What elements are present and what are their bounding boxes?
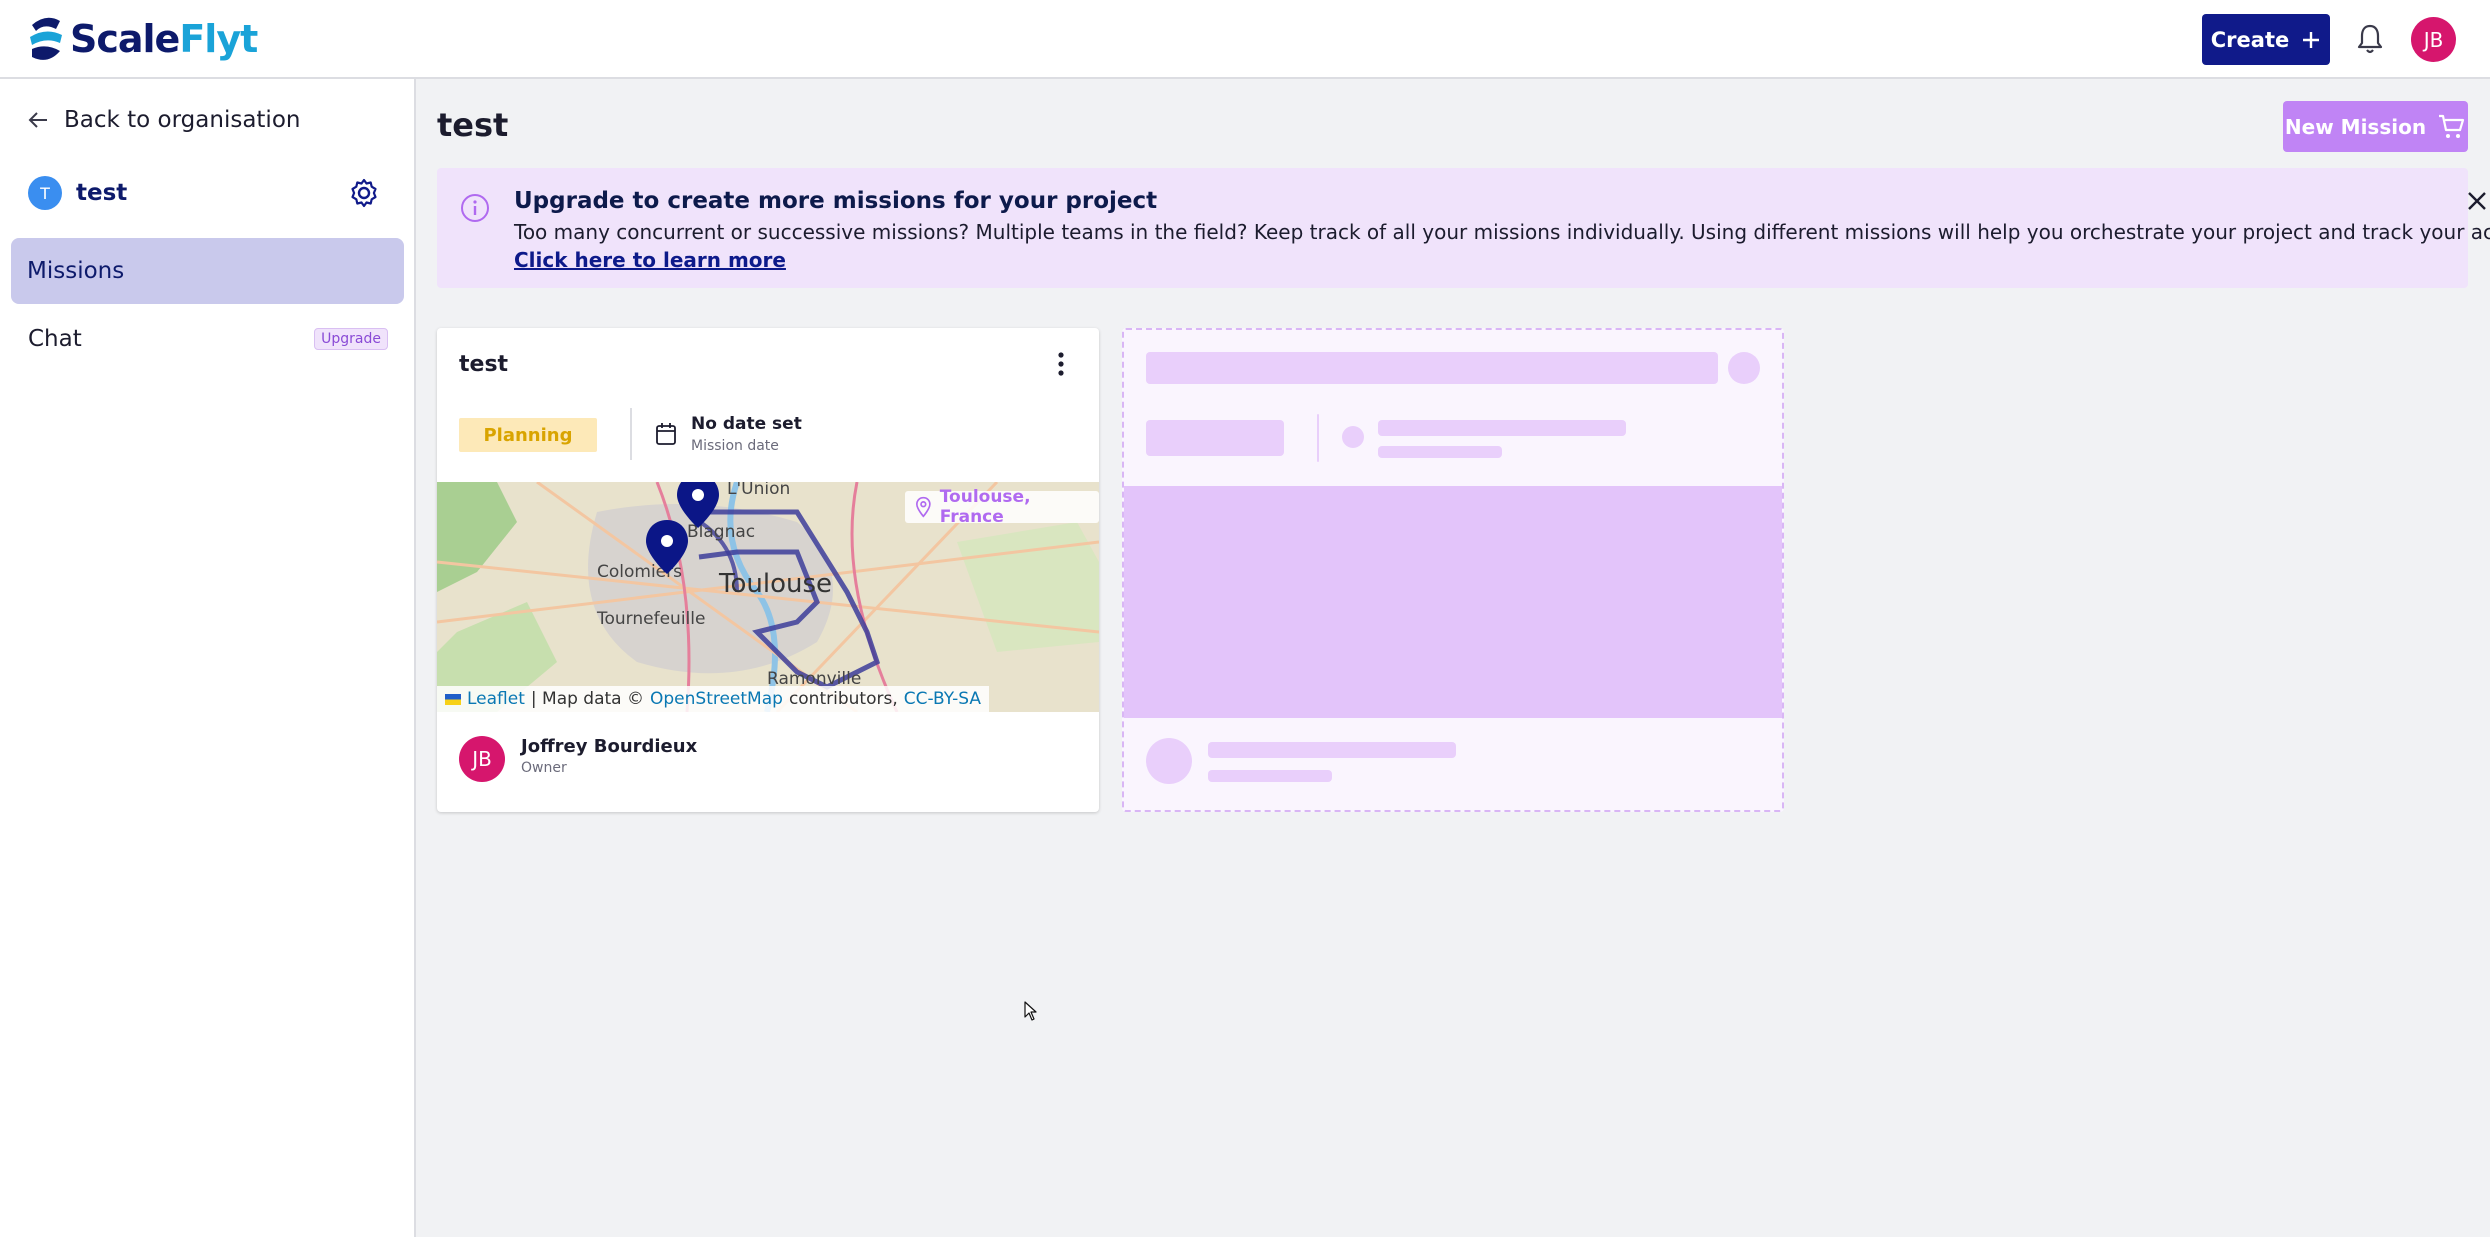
osm-link[interactable]: OpenStreetMap [650,689,783,709]
skeleton-circle [1146,738,1192,784]
divider [630,408,632,460]
more-options-icon[interactable] [1055,350,1067,378]
svg-text:L'Union: L'Union [727,482,790,499]
skeleton-line [1146,420,1284,456]
mission-date-label: Mission date [691,438,779,454]
map-location-text: Toulouse, France [939,487,1031,527]
back-link-label: Back to organisation [64,107,301,133]
leaflet-link[interactable]: Leaflet [467,689,525,709]
scaleflyt-logo[interactable]: ScaleFlyt [26,14,258,64]
arrow-left-icon [28,112,47,128]
top-bar: ScaleFlyt Create JB [0,0,2490,79]
learn-more-link[interactable]: Click here to learn more [514,248,786,272]
page-title: test [437,106,509,144]
close-icon[interactable] [2464,188,2490,214]
info-icon [461,194,489,222]
logo-mark-icon [30,17,62,60]
create-button[interactable]: Create [2202,14,2330,65]
mission-card-placeholder [1122,328,1784,812]
sidebar-item-chat[interactable]: Chat Upgrade [28,319,388,359]
map-location-label: Toulouse, France [905,487,1099,527]
owner-role: Owner [521,760,567,776]
skeleton-circle [1728,352,1760,384]
create-button-label: Create [2210,27,2290,52]
mission-date-value: No date set [691,414,802,434]
cart-icon [2439,114,2465,138]
status-badge: Planning [459,418,597,452]
upgrade-badge: Upgrade [314,328,388,350]
project-name: test [76,180,128,206]
skeleton-line [1208,770,1332,782]
new-mission-button[interactable]: New Mission [2283,101,2468,152]
upgrade-banner: Upgrade to create more missions for your… [437,168,2490,288]
user-avatar[interactable]: JB [2411,17,2456,62]
banner-text: Too many concurrent or successive missio… [514,220,2490,244]
owner-avatar: JB [459,736,505,782]
attribution-text: | Map data © [530,689,644,709]
calendar-icon [656,423,676,445]
notification-bell-icon[interactable] [2354,22,2386,56]
skeleton-line [1208,742,1456,758]
attribution-contributors: contributors, [788,689,898,709]
mouse-cursor-icon [1024,1001,1037,1021]
sidebar-item-missions[interactable]: Missions [11,238,404,304]
skeleton-line [1146,352,1718,384]
skeleton-divider [1317,414,1319,462]
new-mission-label: New Mission [2284,114,2427,139]
skeleton-map [1124,486,1782,718]
logo-text: ScaleFlyt [70,17,258,61]
owner-name: Joffrey Bourdieux [521,736,698,757]
gear-icon[interactable] [348,177,380,209]
map-attribution: Leaflet | Map data © OpenStreetMap contr… [437,686,989,712]
skeleton-circle [1342,426,1364,448]
sidebar-item-label: Chat [28,326,82,352]
banner-title: Upgrade to create more missions for your… [514,188,1158,214]
project-header: T test [28,175,380,211]
license-link[interactable]: CC-BY-SA [904,689,981,709]
svg-text:Tournefeuille: Tournefeuille [596,609,705,629]
back-to-organisation-link[interactable]: Back to organisation [28,107,300,133]
mission-map[interactable]: L'Union Blagnac Colomiers Toulouse Tourn… [437,482,1099,712]
location-pin-icon [916,496,931,518]
skeleton-line [1378,420,1626,436]
plus-icon [2303,31,2320,48]
mission-title: test [459,352,509,377]
svg-text:Toulouse: Toulouse [718,569,832,599]
project-avatar: T [28,176,62,210]
ukraine-flag-icon [445,693,461,705]
skeleton-line [1378,446,1502,458]
mission-card[interactable]: test Planning No date set Mission date L… [437,328,1099,812]
sidebar-item-label: Missions [27,258,125,284]
sidebar: Back to organisation T test Missions Cha… [0,79,416,1237]
